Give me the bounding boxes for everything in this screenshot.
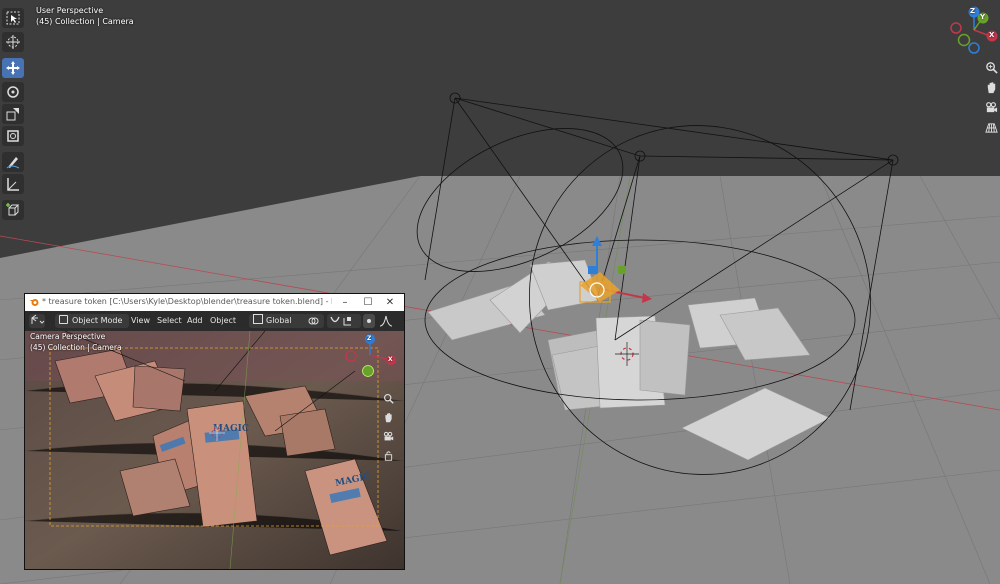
hand-pan-icon[interactable]	[983, 79, 999, 95]
orientation-label: Global	[266, 316, 292, 325]
menu-object[interactable]: Object	[210, 314, 236, 328]
blender-logo-icon	[29, 299, 39, 306]
object-mode-icon	[59, 315, 68, 324]
camera-view-icon[interactable]	[983, 99, 999, 115]
add-cube-icon[interactable]	[2, 200, 24, 220]
grid-ortho-icon[interactable]	[983, 119, 999, 135]
close-button[interactable]: ✕	[383, 296, 397, 309]
minimize-button[interactable]: –	[338, 296, 352, 309]
menu-view[interactable]: View	[131, 314, 150, 328]
orientation-dropdown[interactable]: Global	[249, 314, 307, 328]
camera-view-subtitle: (45) Collection | Camera	[30, 343, 122, 352]
zoom-icon[interactable]	[983, 59, 999, 75]
camera-render-scene[interactable]: MAGIC MAGIC	[25, 331, 404, 569]
render-gizmo-x-label[interactable]: X	[388, 355, 393, 365]
object-mode-label: Object Mode	[72, 316, 123, 325]
render-window-titlebar[interactable]: * treasure token [C:\Users\Kyle\Desktop\…	[25, 294, 404, 311]
measure-icon[interactable]	[2, 174, 24, 194]
transform-icon[interactable]	[2, 126, 24, 146]
render-camera-icon[interactable]	[381, 429, 395, 443]
snap-icon[interactable]	[327, 314, 361, 328]
menu-add[interactable]: Add	[187, 314, 203, 328]
gizmo-x-label[interactable]: X	[989, 30, 994, 41]
scale-icon[interactable]	[2, 104, 24, 124]
move-icon[interactable]	[2, 58, 24, 78]
viewport-subtitle: (45) Collection | Camera	[36, 17, 134, 26]
select-box-icon[interactable]	[2, 8, 24, 28]
menu-select[interactable]: Select	[157, 314, 182, 328]
object-mode-dropdown[interactable]: Object Mode	[55, 314, 129, 328]
camera-viewport[interactable]: MAGIC MAGIC Camera Perspective (45) Coll…	[25, 331, 404, 569]
render-zoom-icon[interactable]	[381, 391, 395, 405]
maximize-button[interactable]: ☐	[361, 296, 375, 309]
rotate-icon[interactable]	[2, 82, 24, 102]
gizmo-z-label[interactable]: Z	[970, 6, 975, 17]
falloff-icon[interactable]	[379, 314, 393, 328]
cursor-icon[interactable]	[2, 32, 24, 52]
svg-text:MAGIC: MAGIC	[213, 424, 249, 434]
orientation-icon	[253, 314, 263, 324]
render-gizmo-z-label[interactable]: Z	[367, 334, 371, 344]
pivot-icon[interactable]	[304, 314, 324, 328]
annotate-icon[interactable]	[2, 152, 24, 172]
viewport-header: Object Mode View Select Add Object Globa…	[25, 311, 404, 331]
render-window-title: * treasure token [C:\Users\Kyle\Desktop\…	[42, 297, 332, 306]
gizmo-y-label[interactable]: Y	[980, 12, 985, 23]
camera-view-title: Camera Perspective	[30, 332, 106, 341]
editor-type-button[interactable]	[29, 314, 45, 328]
render-window[interactable]: * treasure token [C:\Users\Kyle\Desktop\…	[24, 293, 405, 570]
render-hand-pan-icon[interactable]	[381, 410, 395, 424]
viewport-title: User Perspective	[36, 6, 104, 15]
render-lock-icon[interactable]	[381, 448, 395, 462]
proportional-edit-icon[interactable]	[363, 314, 375, 328]
